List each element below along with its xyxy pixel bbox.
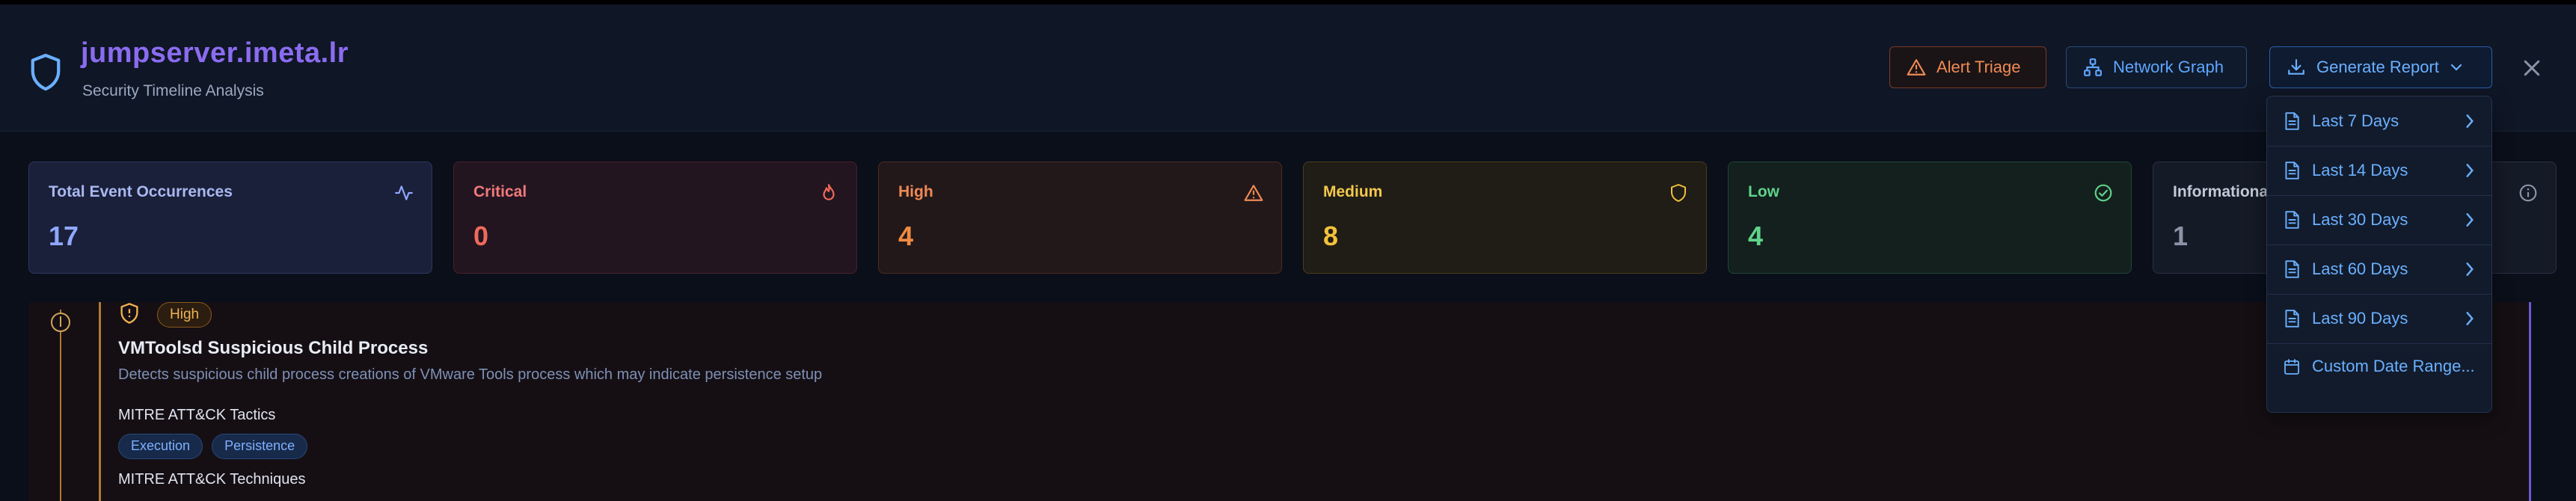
timeline-marker[interactable]: [51, 313, 70, 332]
document-icon: [2285, 112, 2299, 130]
app-root: jumpserver.imeta.lr Security Timeline An…: [0, 0, 2576, 501]
document-icon: [2285, 211, 2299, 229]
stat-card-total: Total Event Occurrences 17: [28, 162, 432, 274]
generate-report-label: Generate Report: [2316, 58, 2439, 76]
chevron-right-icon: [2466, 213, 2474, 227]
menu-item-last-30-days[interactable]: Last 30 Days: [2267, 195, 2491, 245]
close-icon[interactable]: [2521, 57, 2543, 79]
menu-item-custom-date-range[interactable]: Custom Date Range...: [2284, 355, 2478, 378]
report-dropdown-menu: Last 7 Days Last 14 Days Last 30 Days La…: [2266, 96, 2492, 413]
tactic-tag[interactable]: Persistence: [212, 434, 308, 459]
stat-card-high: High 4: [878, 162, 1282, 274]
generate-report-button[interactable]: Generate Report: [2269, 46, 2492, 88]
menu-item-last-90-days[interactable]: Last 90 Days: [2267, 294, 2491, 343]
info-icon: [2519, 184, 2537, 202]
timeline-line: [60, 310, 61, 501]
stat-label: Total Event Occurrences: [49, 183, 233, 200]
shield-icon: [31, 53, 61, 91]
flame-icon: [823, 184, 835, 200]
timeline-panel: High VMToolsd Suspicious Child Process D…: [28, 302, 2531, 501]
menu-divider: [2267, 343, 2491, 344]
warning-triangle-icon: [1244, 185, 1263, 201]
menu-item-label: Last 90 Days: [2312, 309, 2408, 328]
tactics-heading: MITRE ATT&CK Tactics: [118, 407, 276, 423]
chevron-right-icon: [2466, 312, 2474, 325]
menu-item-label: Last 7 Days: [2312, 111, 2399, 130]
header: jumpserver.imeta.lr Security Timeline An…: [0, 4, 2576, 132]
severity-badge: High: [157, 302, 212, 328]
network-graph-button[interactable]: Network Graph: [2066, 46, 2247, 88]
chevron-right-icon: [2466, 114, 2474, 128]
stat-value: 17: [49, 221, 79, 251]
download-icon: [2288, 59, 2304, 75]
calendar-icon: [2284, 359, 2299, 375]
event-accent-rail: [99, 302, 101, 501]
menu-item-label: Last 30 Days: [2312, 210, 2408, 229]
stat-value: 1: [2173, 221, 2189, 251]
tactics-tags: Execution Persistence: [118, 434, 308, 459]
warning-triangle-icon: [1907, 59, 1926, 76]
document-icon: [2285, 162, 2299, 179]
menu-item-last-7-days[interactable]: Last 7 Days: [2267, 96, 2491, 146]
check-circle-icon: [2094, 184, 2112, 202]
page-title: jumpserver.imeta.lr: [81, 37, 349, 69]
stat-card-critical: Critical 0: [453, 162, 857, 274]
chevron-right-icon: [2466, 164, 2474, 177]
stat-label: High: [898, 183, 933, 200]
network-graph-label: Network Graph: [2113, 58, 2224, 76]
stat-label: Critical: [473, 183, 527, 200]
network-icon: [2084, 58, 2102, 76]
menu-item-last-14-days[interactable]: Last 14 Days: [2267, 146, 2491, 195]
techniques-heading: MITRE ATT&CK Techniques: [118, 471, 306, 488]
chevron-right-icon: [2466, 262, 2474, 276]
menu-item-label: Custom Date Range...: [2312, 357, 2475, 375]
stat-value: 4: [1748, 221, 1764, 251]
alert-triage-button[interactable]: Alert Triage: [1889, 46, 2046, 88]
stat-value: 4: [898, 221, 914, 251]
alert-triage-label: Alert Triage: [1936, 58, 2021, 76]
page-subtitle: Security Timeline Analysis: [82, 82, 264, 99]
activity-icon: [395, 185, 413, 200]
menu-item-last-60-days[interactable]: Last 60 Days: [2267, 245, 2491, 294]
stat-value: 0: [473, 221, 489, 251]
chevron-down-icon: [2450, 64, 2462, 71]
document-icon: [2285, 310, 2299, 328]
menu-item-label: Last 60 Days: [2312, 259, 2408, 278]
menu-item-label: Last 14 Days: [2312, 161, 2408, 179]
shield-icon: [1671, 184, 1686, 202]
stat-label: Medium: [1323, 183, 1383, 200]
tactic-tag[interactable]: Execution: [118, 434, 203, 459]
document-icon: [2285, 260, 2299, 278]
event-title: VMToolsd Suspicious Child Process: [118, 338, 429, 358]
stat-value: 8: [1323, 221, 1339, 251]
shield-alert-icon: [120, 303, 138, 324]
event-description: Detects suspicious child process creatio…: [118, 366, 823, 383]
stat-card-low: Low 4: [1728, 162, 2132, 274]
stat-card-medium: Medium 8: [1303, 162, 1707, 274]
stat-label: Low: [1748, 183, 1779, 200]
